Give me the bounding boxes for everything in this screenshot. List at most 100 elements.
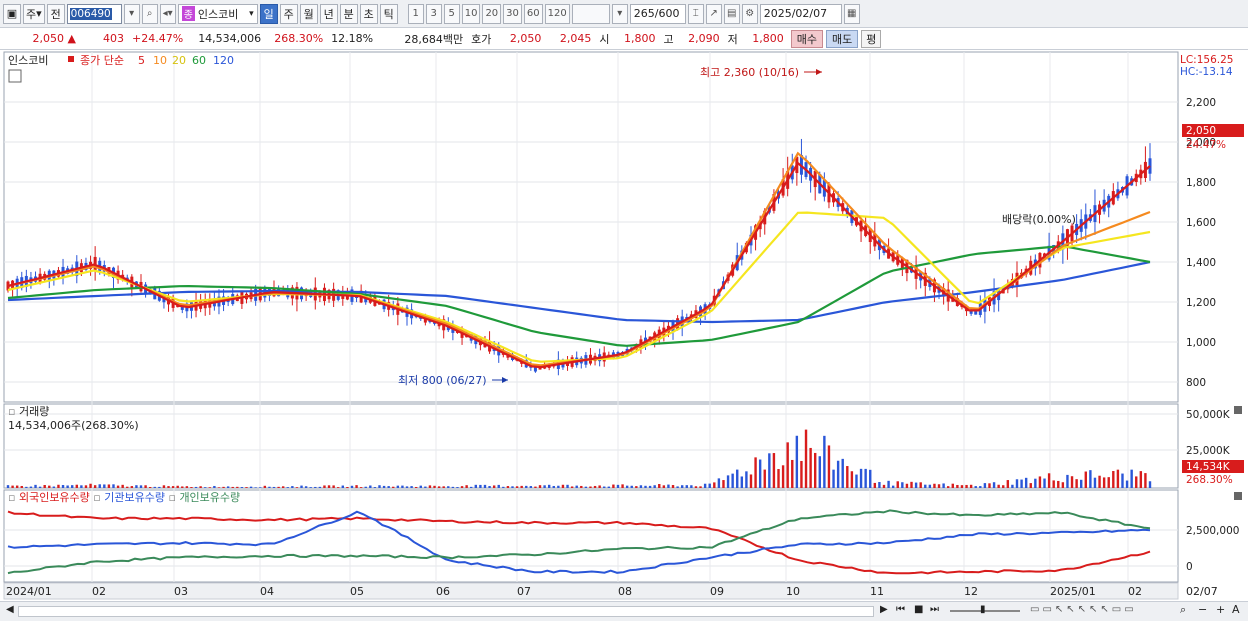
search-zoom-icon[interactable]: ⌕ <box>1180 603 1186 617</box>
volume-bar <box>561 484 565 488</box>
price-tick-label: 1,600 <box>1186 217 1216 229</box>
volume-bar <box>1102 477 1106 488</box>
table-icon[interactable] <box>8 69 22 83</box>
volume-panel <box>3 403 1179 489</box>
volume-bar <box>213 485 216 488</box>
calendar-icon[interactable]: ▦ <box>843 3 860 24</box>
volume-bar <box>1070 476 1074 488</box>
minute-60[interactable]: 60 <box>523 3 543 24</box>
chart-area[interactable]: 인스코비 종가 단순 5 10 20 60 120 LC:156.25 HC:-… <box>0 50 1248 601</box>
prev-label[interactable]: 전 <box>46 3 65 24</box>
period-day[interactable]: 일 <box>259 3 278 24</box>
volume-close-icon[interactable] <box>1234 406 1242 414</box>
custom-interval-input[interactable] <box>571 3 610 24</box>
scroll-track[interactable] <box>18 606 874 617</box>
volume-bar <box>1011 484 1014 488</box>
price-tick-label: 1,800 <box>1186 177 1216 189</box>
holding-close-icon[interactable] <box>1234 492 1242 500</box>
minute-5[interactable]: 5 <box>443 3 460 24</box>
price-tick-label: 800 <box>1186 377 1206 389</box>
volume-bar <box>726 475 730 488</box>
volume-bar <box>850 471 854 488</box>
volume-bar <box>98 484 101 488</box>
volume-bar <box>259 487 262 488</box>
scroll-left-icon[interactable]: ◀ <box>6 604 14 615</box>
minute-120[interactable]: 120 <box>544 3 570 24</box>
volume-bar <box>369 485 372 488</box>
name-dropdown-icon[interactable]: ▾ <box>249 9 254 19</box>
page-total: /600 <box>654 7 680 20</box>
volume-bar <box>841 458 844 488</box>
sell-button[interactable]: 매도 <box>826 29 859 48</box>
volume-bar <box>442 486 445 488</box>
volume-bar <box>676 486 679 488</box>
zoom-out-icon[interactable]: − <box>1198 603 1207 616</box>
zoom-in-icon[interactable]: + <box>1216 603 1225 616</box>
minute-10[interactable]: 10 <box>461 3 481 24</box>
volume-bar <box>1043 478 1046 488</box>
volume-bar <box>291 486 294 488</box>
x-tick-label: 04 <box>260 585 274 598</box>
gear-icon[interactable]: ⚙ <box>741 3 758 24</box>
scroll-first-icon[interactable]: ⏮ <box>896 604 905 615</box>
volume-bar <box>855 474 858 488</box>
volume-bar <box>57 484 60 488</box>
stock-name-box[interactable]: 종 인스코비 ▾ <box>177 3 258 24</box>
chart-type-icon[interactable]: ⌶ <box>687 3 704 24</box>
minute-30[interactable]: 30 <box>503 3 522 24</box>
scroll-right-icon[interactable]: ▶ <box>880 604 888 615</box>
page-count-box[interactable]: 265/600 <box>629 3 686 24</box>
volume-bar <box>552 485 555 488</box>
window-icon[interactable]: ▣ <box>3 3 21 24</box>
volume-bar <box>969 484 973 488</box>
volume-bar <box>364 486 367 488</box>
volume-bar <box>1135 476 1138 488</box>
search-icon[interactable]: ⌕ <box>141 3 158 24</box>
volume-bar <box>488 486 491 488</box>
tool-icons[interactable]: ▭▭↖↖↖↖↖▭▭ <box>1030 604 1137 615</box>
period-year[interactable]: 년 <box>319 3 338 24</box>
code-dropdown-icon[interactable]: ▾ <box>123 3 140 24</box>
minute-1[interactable]: 1 <box>407 3 424 24</box>
speaker-icon[interactable]: ◂▾ <box>159 3 176 24</box>
period-minute[interactable]: 분 <box>339 3 358 24</box>
volume-bar <box>570 486 574 488</box>
period-second[interactable]: 초 <box>359 3 378 24</box>
zoom-handle-icon[interactable]: ▮ <box>980 604 986 615</box>
code-input[interactable]: 006490 <box>66 3 122 24</box>
font-size-icon[interactable]: A <box>1232 603 1240 616</box>
save-icon[interactable]: ▤ <box>723 3 740 24</box>
open-label: 시 <box>599 32 610 46</box>
interval-dropdown-icon[interactable]: ▾ <box>611 3 628 24</box>
volume-title-text: 거래량 <box>19 405 49 418</box>
volume-bar <box>204 487 207 488</box>
volume-bar <box>974 486 977 488</box>
period-week[interactable]: 주 <box>279 3 298 24</box>
volume-bar <box>1024 477 1028 488</box>
scroll-last-icon[interactable]: ⏭ <box>930 604 939 615</box>
volume-bar <box>557 485 560 488</box>
volume-bar <box>942 483 945 488</box>
buy-button[interactable]: 매수 <box>790 29 823 48</box>
minute-3[interactable]: 3 <box>425 3 442 24</box>
period-tick[interactable]: 틱 <box>379 3 398 24</box>
volume-bar <box>355 485 358 488</box>
price-tick-label: 1,400 <box>1186 257 1216 269</box>
volume-bar <box>43 485 46 488</box>
volume-bar <box>713 482 716 488</box>
x-tick-label: 08 <box>618 585 632 598</box>
volume-bar <box>616 484 620 488</box>
type-selector[interactable]: 주 ▾ <box>23 3 45 24</box>
date-input[interactable]: 2025/02/07 <box>759 3 842 24</box>
scroll-stop-icon[interactable]: ■ <box>914 604 923 615</box>
draw-tool-icon[interactable]: ↗ <box>705 3 722 24</box>
volume-bar <box>878 482 881 488</box>
period-month[interactable]: 월 <box>299 3 318 24</box>
minute-20[interactable]: 20 <box>482 3 502 24</box>
volume-bar <box>575 485 578 488</box>
x-tick-label: 03 <box>174 585 188 598</box>
volume-bar <box>249 486 253 488</box>
volume-bar <box>791 459 794 488</box>
volume-bar <box>901 482 904 488</box>
eval-button[interactable]: 평 <box>861 29 882 48</box>
